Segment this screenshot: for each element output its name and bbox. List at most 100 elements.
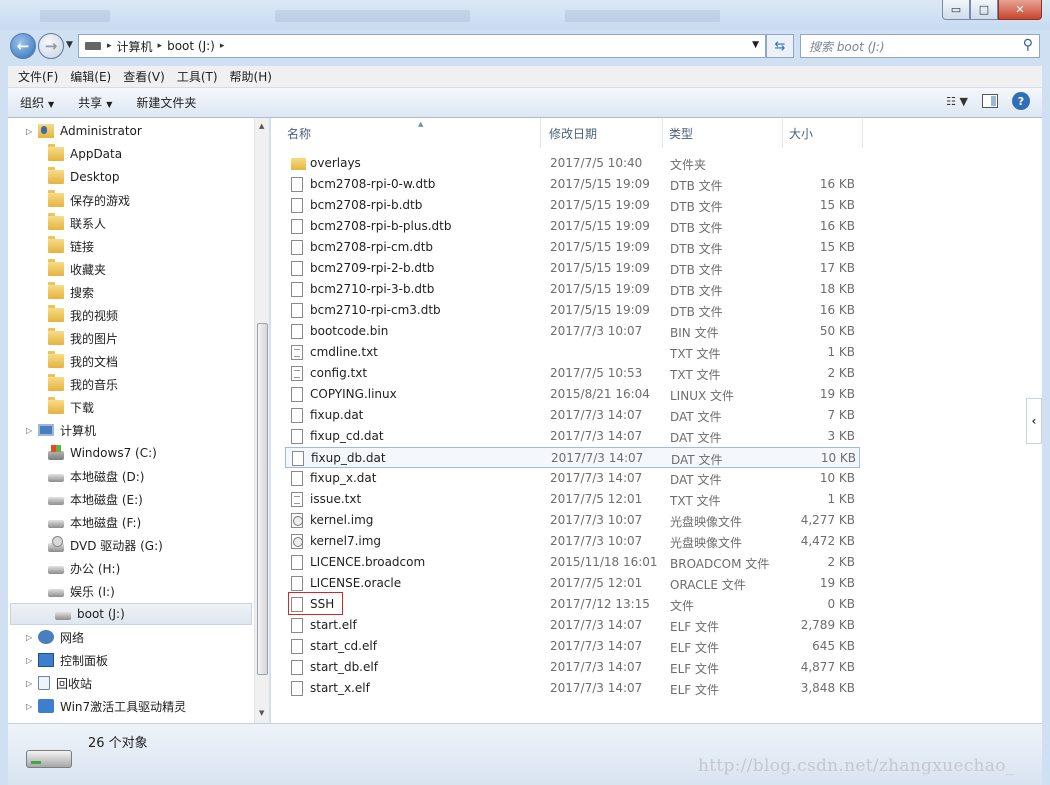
share-button[interactable]: 共享 ▼ bbox=[78, 94, 112, 111]
file-row[interactable]: config.txt 2017/7/5 10:53 TXT 文件 2 KB bbox=[285, 363, 860, 384]
file-row[interactable]: start_x.elf 2017/7/3 14:07 ELF 文件 3,848 KB bbox=[285, 678, 860, 699]
file-name: start.elf bbox=[310, 618, 357, 632]
column-header-size[interactable]: 大小 bbox=[783, 118, 863, 148]
sidebar-item[interactable]: 下载 bbox=[48, 396, 94, 418]
change-view-button[interactable]: ☷ ▼ bbox=[946, 95, 968, 108]
menu-view[interactable]: 查看(V) bbox=[117, 68, 171, 85]
sidebar-item[interactable]: ▷ 计算机 bbox=[26, 419, 96, 441]
file-name: start_x.elf bbox=[310, 681, 370, 695]
file-row[interactable]: cmdline.txt TXT 文件 1 KB bbox=[285, 342, 860, 363]
file-row[interactable]: fixup_db.dat 2017/7/3 14:07 DAT 文件 10 KB bbox=[285, 447, 860, 468]
chevron-right-icon[interactable]: ▸ bbox=[220, 41, 225, 51]
sidebar-item[interactable]: ▷ Win7激活工具驱动精灵 bbox=[26, 695, 186, 717]
organize-button[interactable]: 组织 ▼ bbox=[20, 94, 54, 111]
sidebar-item[interactable]: 联系人 bbox=[48, 212, 106, 234]
sidebar-item[interactable]: 本地磁盘 (E:) bbox=[48, 488, 143, 510]
column-header-name[interactable]: 名称 ▲ bbox=[281, 118, 541, 148]
file-row[interactable]: fixup.dat 2017/7/3 14:07 DAT 文件 7 KB bbox=[285, 405, 860, 426]
details-pane-toggle[interactable]: ‹ bbox=[1026, 398, 1042, 444]
expand-arrow-icon[interactable]: ▷ bbox=[26, 679, 32, 688]
expand-arrow-icon[interactable]: ▷ bbox=[26, 633, 32, 642]
scroll-up-icon[interactable]: ▲ bbox=[259, 122, 264, 130]
expand-arrow-icon[interactable]: ▷ bbox=[26, 702, 32, 711]
scroll-down-icon[interactable]: ▼ bbox=[259, 709, 264, 717]
sidebar-item[interactable]: ▷ 网络 bbox=[26, 626, 84, 648]
sidebar-item[interactable]: 我的视频 bbox=[48, 304, 118, 326]
navigation-scrollbar[interactable]: ▲ ▼ bbox=[254, 118, 269, 723]
breadcrumb-computer[interactable]: 计算机 bbox=[117, 38, 153, 55]
file-row[interactable]: fixup_cd.dat 2017/7/3 14:07 DAT 文件 3 KB bbox=[285, 426, 860, 447]
help-button[interactable]: ? bbox=[1012, 92, 1030, 110]
sidebar-item[interactable]: 我的图片 bbox=[48, 327, 118, 349]
chevron-right-icon[interactable]: ▸ bbox=[158, 41, 163, 51]
expand-arrow-icon[interactable]: ▷ bbox=[26, 426, 32, 435]
back-button[interactable]: ← bbox=[10, 33, 36, 59]
address-bar[interactable]: ▸ 计算机 ▸ boot (J:) ▸ ▼ bbox=[78, 34, 766, 58]
file-row[interactable]: fixup_x.dat 2017/7/3 14:07 DAT 文件 10 KB bbox=[285, 468, 860, 489]
file-row[interactable]: LICENCE.broadcom 2015/11/18 16:01 BROADCOM… bbox=[285, 552, 860, 573]
file-row[interactable]: bcm2708-rpi-0-w.dtb 2017/5/15 19:09 DTB 文件… bbox=[285, 174, 860, 195]
sidebar-item[interactable]: 链接 bbox=[48, 235, 94, 257]
address-history-dropdown-icon[interactable]: ▼ bbox=[752, 40, 759, 50]
file-row[interactable]: bcm2708-rpi-cm.dtb 2017/5/15 19:09 DTB 文件 1… bbox=[285, 237, 860, 258]
sidebar-item[interactable]: ▷ 控制面板 bbox=[26, 649, 108, 671]
search-icon[interactable]: ⚲ bbox=[1023, 37, 1033, 53]
file-row[interactable]: bcm2710-rpi-3-b.dtb 2017/5/15 19:09 DTB 文件… bbox=[285, 279, 860, 300]
file-row[interactable]: SSH 2017/7/12 13:15 文件 0 KB bbox=[285, 594, 860, 615]
sidebar-item[interactable]: DVD 驱动器 (G:) bbox=[48, 534, 163, 556]
sidebar-item[interactable]: Windows7 (C:) bbox=[48, 442, 157, 464]
sidebar-item-label: 我的视频 bbox=[70, 308, 119, 323]
file-row[interactable]: start.elf 2017/7/3 14:07 ELF 文件 2,789 KB bbox=[285, 615, 860, 636]
refresh-button[interactable]: ⇆ bbox=[766, 34, 794, 58]
folder-icon bbox=[291, 158, 306, 170]
minimize-button[interactable]: ▭ bbox=[942, 0, 970, 20]
new-folder-button[interactable]: 新建文件夹 bbox=[136, 94, 196, 111]
sidebar-item[interactable]: 娱乐 (I:) bbox=[48, 580, 115, 602]
sidebar-item[interactable]: 办公 (H:) bbox=[48, 557, 120, 579]
file-row[interactable]: overlays 2017/7/5 10:40 文件夹 bbox=[285, 153, 860, 174]
sidebar-item[interactable]: 保存的游戏 bbox=[48, 189, 130, 211]
forward-button[interactable]: → bbox=[38, 33, 64, 59]
file-row[interactable]: kernel7.img 2017/7/3 10:07 光盘映像文件 4,472 KB bbox=[285, 531, 860, 552]
file-row[interactable]: bcm2709-rpi-2-b.dtb 2017/5/15 19:09 DTB 文件… bbox=[285, 258, 860, 279]
sidebar-item[interactable]: Desktop bbox=[48, 166, 120, 188]
sidebar-item[interactable]: 本地磁盘 (F:) bbox=[48, 511, 141, 533]
chevron-right-icon[interactable]: ▸ bbox=[107, 41, 112, 51]
sidebar-item[interactable]: 我的文档 bbox=[48, 350, 118, 372]
sidebar-item[interactable]: ▷ 回收站 bbox=[26, 672, 92, 694]
search-input[interactable]: 搜索 boot (J:) ⚲ bbox=[800, 34, 1040, 58]
file-row[interactable]: issue.txt 2017/7/5 12:01 TXT 文件 1 KB bbox=[285, 489, 860, 510]
maximize-button[interactable]: □ bbox=[970, 0, 998, 20]
expand-arrow-icon[interactable]: ▷ bbox=[26, 656, 32, 665]
sidebar-item[interactable]: boot (J:) bbox=[10, 603, 252, 625]
breadcrumb-boot-drive[interactable]: boot (J:) bbox=[167, 39, 215, 53]
file-row[interactable]: start_cd.elf 2017/7/3 14:07 ELF 文件 645 KB bbox=[285, 636, 860, 657]
file-row[interactable]: bcm2708-rpi-b.dtb 2017/5/15 19:09 DTB 文件 15… bbox=[285, 195, 860, 216]
file-row[interactable]: COPYING.linux 2015/8/21 16:04 LINUX 文件 19 K… bbox=[285, 384, 860, 405]
menu-tools[interactable]: 工具(T) bbox=[171, 68, 224, 85]
file-row[interactable]: start_db.elf 2017/7/3 14:07 ELF 文件 4,877 KB bbox=[285, 657, 860, 678]
file-row[interactable]: bcm2710-rpi-cm3.dtb 2017/5/15 19:09 DTB 文件… bbox=[285, 300, 860, 321]
file-row[interactable]: LICENSE.oracle 2017/7/5 12:01 ORACLE 文件 19 … bbox=[285, 573, 860, 594]
file-icon bbox=[291, 177, 303, 192]
expand-arrow-icon[interactable]: ▷ bbox=[26, 127, 32, 136]
file-row[interactable]: bcm2708-rpi-b-plus.dtb 2017/5/15 19:09 DTB… bbox=[285, 216, 860, 237]
sidebar-item[interactable]: AppData bbox=[48, 143, 122, 165]
sidebar-item[interactable]: 搜索 bbox=[48, 281, 94, 303]
sidebar-item[interactable]: 收藏夹 bbox=[48, 258, 106, 280]
menu-edit[interactable]: 编辑(E) bbox=[64, 68, 117, 85]
close-button[interactable]: ✕ bbox=[998, 0, 1042, 20]
preview-pane-icon[interactable] bbox=[982, 94, 998, 108]
recent-pages-dropdown-icon[interactable]: ▼ bbox=[66, 40, 73, 50]
file-row[interactable]: kernel.img 2017/7/3 10:07 光盘映像文件 4,277 KB bbox=[285, 510, 860, 531]
menu-file[interactable]: 文件(F) bbox=[12, 68, 64, 85]
file-icon bbox=[291, 261, 303, 276]
scrollbar-thumb[interactable] bbox=[257, 323, 268, 675]
file-row[interactable]: bootcode.bin 2017/7/3 10:07 BIN 文件 50 KB bbox=[285, 321, 860, 342]
column-header-date[interactable]: 修改日期 bbox=[543, 118, 663, 148]
menu-help[interactable]: 帮助(H) bbox=[224, 68, 278, 85]
column-header-type[interactable]: 类型 bbox=[663, 118, 783, 148]
sidebar-item[interactable]: ▷ Administrator bbox=[26, 120, 142, 142]
sidebar-item[interactable]: 本地磁盘 (D:) bbox=[48, 465, 144, 487]
sidebar-item[interactable]: 我的音乐 bbox=[48, 373, 118, 395]
